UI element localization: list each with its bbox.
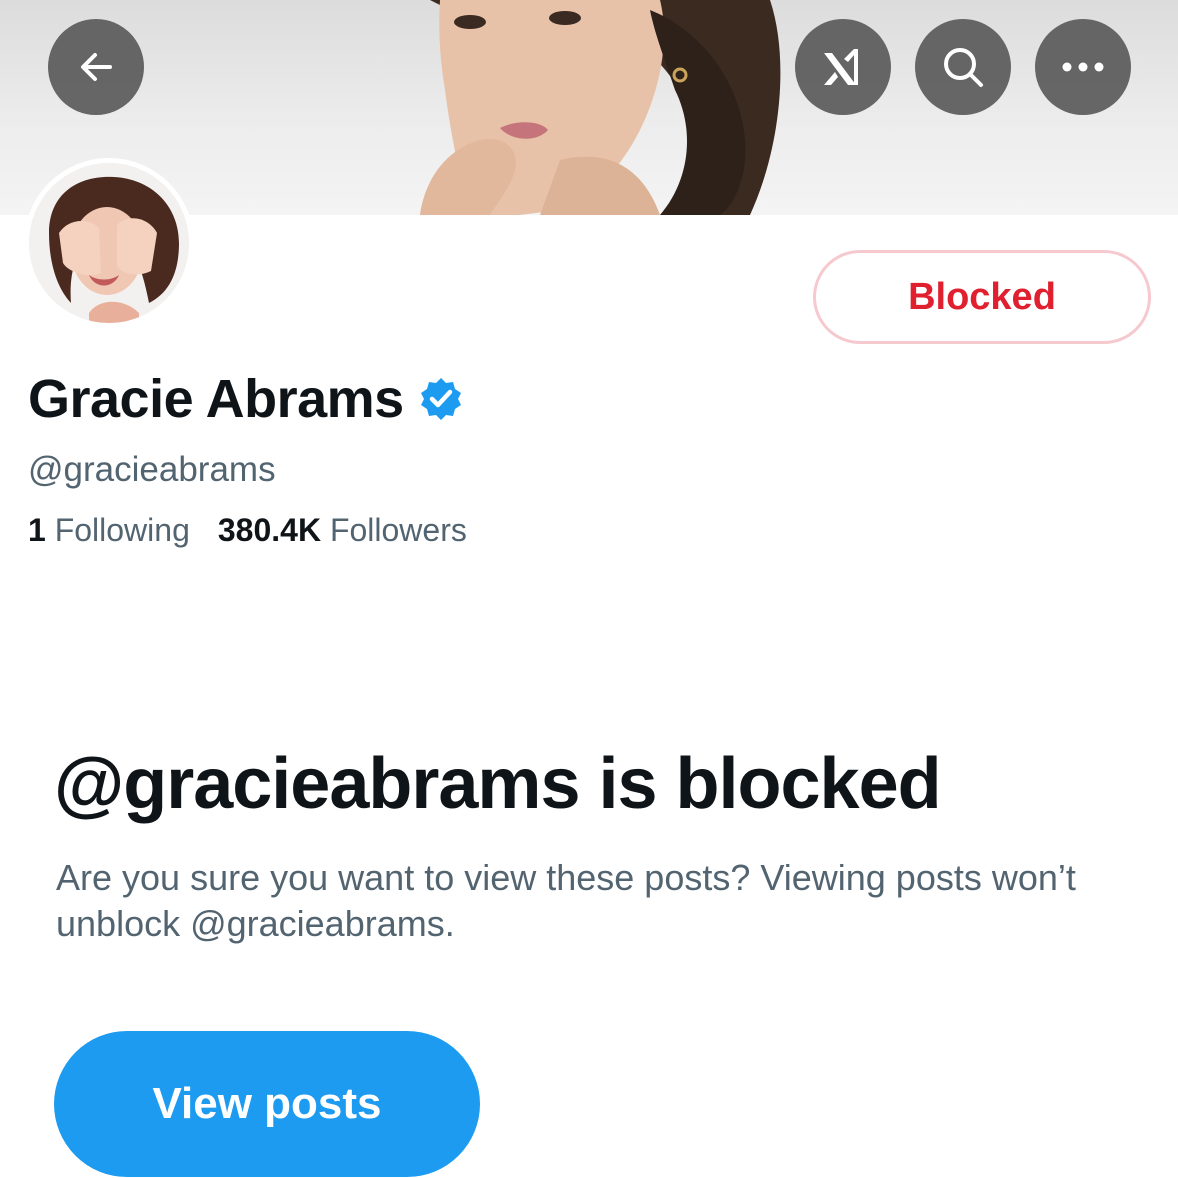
search-button[interactable] <box>915 19 1011 115</box>
profile-stats: 1 Following 380.4K Followers <box>28 510 467 550</box>
profile-handle: @gracieabrams <box>28 450 276 489</box>
view-posts-button[interactable]: View posts <box>54 1031 480 1177</box>
followers-count: 380.4K <box>217 512 322 548</box>
display-name: Gracie Abrams <box>28 368 464 430</box>
view-posts-label: View posts <box>152 1079 382 1128</box>
grok-logo-icon <box>824 49 858 85</box>
search-icon <box>944 48 983 87</box>
verified-badge-icon[interactable] <box>418 376 464 422</box>
back-button[interactable] <box>48 19 144 115</box>
following-count: 1 <box>28 512 46 548</box>
avatar[interactable] <box>24 158 194 328</box>
profile-banner[interactable] <box>0 0 1178 215</box>
avatar-image <box>29 163 189 323</box>
grok-button[interactable] <box>795 19 891 115</box>
banner-photo <box>420 0 781 215</box>
more-horizontal-icon <box>1062 62 1104 72</box>
following-label: Following <box>54 512 190 548</box>
blocked-button[interactable]: Blocked <box>813 250 1151 344</box>
followers-stat[interactable]: 380.4K Followers <box>218 512 467 548</box>
blocked-notice-body: Are you sure you want to view these post… <box>56 857 1076 944</box>
profile-page: Blocked Gracie Abrams @gracieabrams 1 Fo… <box>0 0 1178 1178</box>
arrow-left-icon <box>81 53 112 81</box>
display-name-text: Gracie Abrams <box>28 369 404 429</box>
followers-label: Followers <box>329 512 467 548</box>
blocked-notice-title: @gracieabrams is blocked <box>54 744 942 824</box>
following-stat[interactable]: 1 Following <box>28 512 190 548</box>
more-options-button[interactable] <box>1035 19 1131 115</box>
blocked-button-label: Blocked <box>908 275 1056 318</box>
